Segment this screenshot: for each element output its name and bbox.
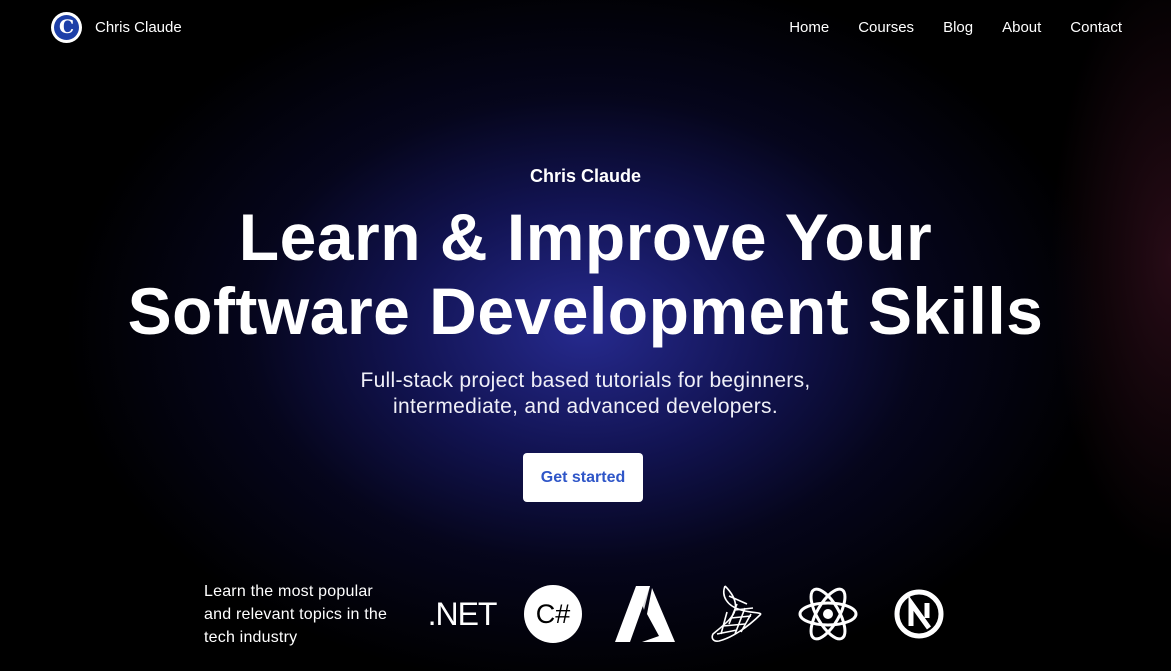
- azure-icon: [614, 584, 676, 644]
- hero-eyebrow: Chris Claude: [529, 166, 642, 186]
- brand-name[interactable]: Chris Claude: [95, 19, 182, 36]
- nav-blog[interactable]: Blog: [943, 19, 973, 36]
- nextjs-icon: [893, 584, 945, 644]
- hero-headline: Learn & Improve Your Software Developmen…: [0, 200, 1171, 348]
- site-header: C Chris Claude Home Courses Blog About C…: [0, 0, 1171, 56]
- subtitle-line-1: Full-stack project based tutorials for b…: [360, 369, 811, 392]
- page: C Chris Claude Home Courses Blog About C…: [0, 0, 1171, 671]
- hero-subtitle: Full-stack project based tutorials for b…: [0, 368, 1171, 420]
- sql-server-icon: [707, 584, 765, 644]
- dotnet-label: .NET: [427, 595, 498, 632]
- nav-courses[interactable]: Courses: [858, 19, 914, 36]
- react-icon: [797, 584, 859, 644]
- logo-letter: C: [54, 15, 79, 40]
- topics-text: Learn the most popular and relevant topi…: [204, 580, 394, 649]
- topics-line-3: tech industry: [204, 629, 298, 646]
- csharp-label: C#: [536, 599, 571, 629]
- nav-contact[interactable]: Contact: [1070, 19, 1122, 36]
- main-nav: Home Courses Blog About Contact: [789, 19, 1122, 36]
- topics-line-2: and relevant topics in the: [204, 606, 388, 623]
- get-started-button[interactable]: Get started: [523, 453, 643, 502]
- csharp-icon: C#: [523, 584, 583, 644]
- dotnet-icon: .NET: [427, 584, 498, 644]
- nav-home[interactable]: Home: [789, 19, 829, 36]
- topics-line-1: Learn the most popular: [204, 583, 373, 600]
- headline-line-2: Software Development Skills: [127, 274, 1044, 348]
- headline-line-1: Learn & Improve Your: [238, 200, 933, 274]
- subtitle-line-2: intermediate, and advanced developers.: [393, 395, 778, 418]
- nav-about[interactable]: About: [1002, 19, 1041, 36]
- logo-icon[interactable]: C: [51, 12, 82, 43]
